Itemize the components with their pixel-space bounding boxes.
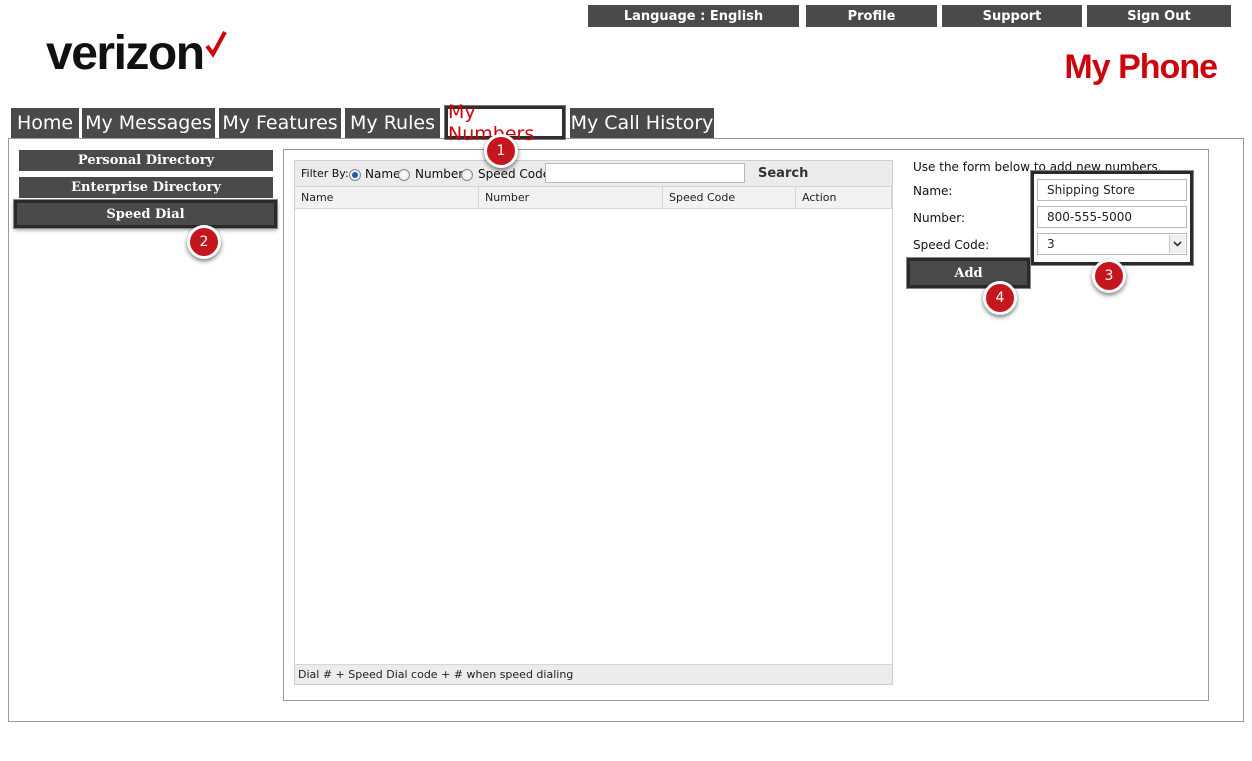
number-field[interactable]: 800-555-5000 [1037,206,1187,228]
add-button[interactable]: Add [907,258,1030,288]
name-label: Name: [913,184,953,198]
profile-button[interactable]: Profile [806,5,937,27]
grid-header: Name Number Speed Code Action [295,187,892,209]
tab-home[interactable]: Home [11,108,79,138]
logo-wordmark: verizon [46,27,205,80]
column-header-name[interactable]: Name [295,187,479,209]
filter-option-name-label: Name [365,167,401,181]
support-button[interactable]: Support [942,5,1082,27]
speed-dial-grid: Filter By: Name Number Speed Code Search… [294,160,893,685]
tab-my-features[interactable]: My Features [219,108,341,138]
callout-marker-1: 1 [484,134,518,168]
page-brand-title: My Phone [1064,48,1218,86]
tab-my-rules[interactable]: My Rules [345,108,440,138]
sign-out-button[interactable]: Sign Out [1087,5,1231,27]
callout-marker-4: 4 [983,281,1017,315]
sidebar-item-speed-dial[interactable]: Speed Dial [14,200,277,228]
tab-my-messages[interactable]: My Messages [82,108,215,138]
search-input[interactable] [545,163,745,183]
chevron-down-icon [1169,235,1185,253]
callout-marker-3: 3 [1092,259,1126,293]
column-header-action[interactable]: Action [796,187,892,209]
checkmark-icon [204,31,227,58]
speed-code-value: 3 [1047,237,1055,251]
filter-radio-name[interactable] [349,169,361,181]
filter-option-number-label: Number [415,167,464,181]
grid-footer-note: Dial # + Speed Dial code + # when speed … [295,664,892,684]
speed-code-select[interactable]: 3 [1037,233,1187,255]
speed-code-label: Speed Code: [913,238,990,252]
filter-radio-speed-code[interactable] [461,169,473,181]
filter-radio-number[interactable] [398,169,410,181]
tab-my-call-history[interactable]: My Call History [570,108,714,138]
name-field[interactable]: Shipping Store [1037,179,1187,201]
column-header-speed-code[interactable]: Speed Code [663,187,796,209]
search-button[interactable]: Search [758,166,808,181]
filter-option-speed-code-label: Speed Code [478,167,551,181]
number-label: Number: [913,211,966,225]
verizon-logo[interactable]: verizon [46,28,227,80]
sidebar-item-personal-directory[interactable]: Personal Directory [19,150,273,171]
filter-label: Filter By: [301,167,349,180]
sidebar-item-enterprise-directory[interactable]: Enterprise Directory [19,177,273,198]
callout-marker-2: 2 [187,225,221,259]
grid-filter-bar: Filter By: Name Number Speed Code Search [295,161,892,187]
language-button[interactable]: Language : English [588,5,799,27]
column-header-number[interactable]: Number [479,187,663,209]
